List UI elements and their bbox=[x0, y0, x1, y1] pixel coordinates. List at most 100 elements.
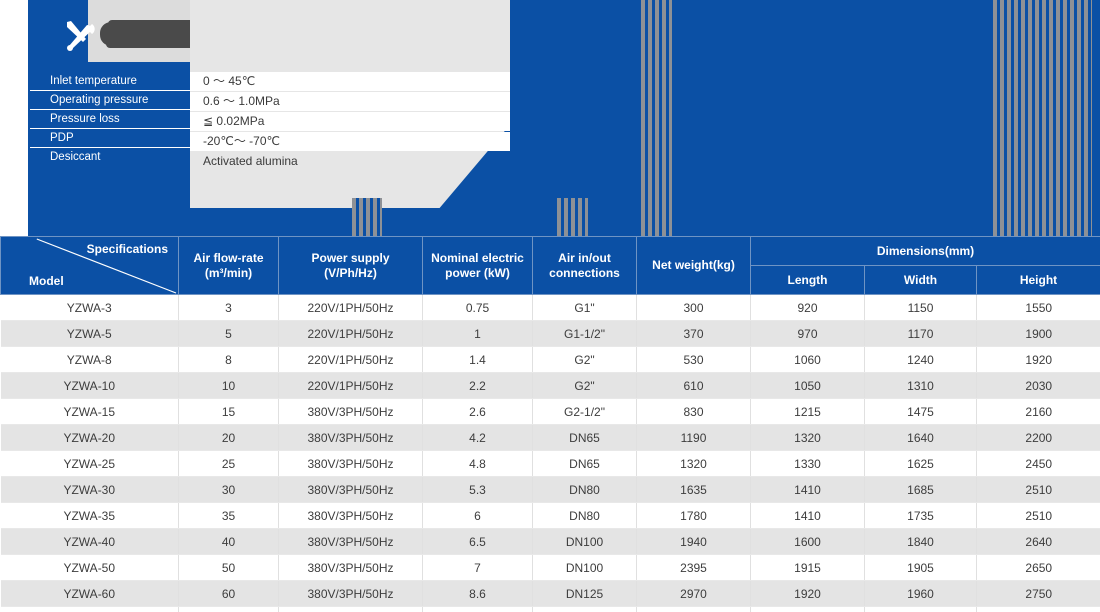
cell-height: 2510 bbox=[976, 502, 1100, 529]
decorative-stripes-center bbox=[641, 0, 672, 240]
cell-nominal-power: 2.2 bbox=[422, 372, 533, 399]
table-row: YZWA-60 60 380V/3PH/50Hz 8.6 DN125 2970 1920 19… bbox=[0, 580, 1100, 607]
cell-length: 1215 bbox=[750, 398, 865, 425]
cell-power-supply: 220V/1PH/50Hz bbox=[278, 294, 423, 321]
cell-length: 1920 bbox=[750, 580, 865, 607]
header-dimensions: Dimensions(mm) bbox=[749, 236, 1100, 266]
cell-model: YZWA-25 bbox=[0, 450, 179, 477]
cell-model: YZWA-3 bbox=[0, 294, 179, 321]
cell-length: 1320 bbox=[750, 424, 865, 451]
cell-net-weight: 1780 bbox=[636, 502, 751, 529]
spec-value-inlet-temperature: 0 ～ 45℃ bbox=[203, 74, 256, 88]
cell-width: 2280 bbox=[864, 606, 977, 612]
cell-air-connections: DN65 bbox=[532, 450, 637, 477]
cell-air-connections: G2" bbox=[532, 372, 637, 399]
cell-net-weight: 3290 bbox=[636, 606, 751, 612]
cell-model: YZWA-15 bbox=[0, 398, 179, 425]
cell-net-weight: 370 bbox=[636, 320, 751, 347]
cell-height: 2030 bbox=[976, 372, 1100, 399]
cell-air-flow-rate: 40 bbox=[178, 528, 279, 555]
cell-nominal-power: 1.4 bbox=[422, 346, 533, 373]
logo-block bbox=[28, 0, 220, 72]
cell-air-connections: DN80 bbox=[532, 476, 637, 503]
cell-air-connections: G1-1/2" bbox=[532, 320, 637, 347]
cell-height: 2510 bbox=[976, 476, 1100, 503]
header-air-flow-rate: Air flow-rate (m³/min) bbox=[178, 236, 279, 295]
header-air-connections-line2: connections bbox=[549, 265, 620, 280]
header-net-weight: Net weight(kg) bbox=[636, 236, 751, 295]
cell-net-weight: 2970 bbox=[636, 580, 751, 607]
header-height: Height bbox=[975, 265, 1100, 295]
cell-net-weight: 300 bbox=[636, 294, 751, 321]
cell-power-supply: 380V/3PH/50Hz bbox=[278, 424, 423, 451]
header-nominal-power-line1: Nominal electric bbox=[431, 250, 524, 265]
cell-model: YZWA-80 bbox=[0, 606, 179, 612]
cell-model: YZWA-20 bbox=[0, 424, 179, 451]
cell-nominal-power: 6 bbox=[422, 502, 533, 529]
spec-label-operating-pressure: Operating pressure bbox=[30, 91, 190, 110]
cell-model: YZWA-30 bbox=[0, 476, 179, 503]
cell-height: 2450 bbox=[976, 450, 1100, 477]
cell-air-flow-rate: 20 bbox=[178, 424, 279, 451]
cell-air-flow-rate: 60 bbox=[178, 580, 279, 607]
spec-label-pressure-loss: Pressure loss bbox=[30, 110, 190, 129]
cell-height: 1920 bbox=[976, 346, 1100, 373]
cell-power-supply: 380V/3PH/50Hz bbox=[278, 580, 423, 607]
cell-net-weight: 1635 bbox=[636, 476, 751, 503]
spec-label-desiccant: Desiccant bbox=[30, 148, 190, 167]
cell-air-connections: DN65 bbox=[532, 424, 637, 451]
spec-value-desiccant: Activated alumina bbox=[203, 154, 298, 168]
cell-length: 1330 bbox=[750, 450, 865, 477]
header-width: Width bbox=[864, 265, 977, 295]
cell-power-supply: 380V/3PH/50Hz bbox=[278, 502, 423, 529]
cell-model: YZWA-60 bbox=[0, 580, 179, 607]
cell-air-connections: DN125 bbox=[532, 580, 637, 607]
cell-air-flow-rate: 15 bbox=[178, 398, 279, 425]
table-row: YZWA-5 5 220V/1PH/50Hz 1 G1-1/2" 370 970 1170 19… bbox=[0, 320, 1100, 347]
cell-power-supply: 220V/1PH/50Hz bbox=[278, 372, 423, 399]
cell-nominal-power: 2.6 bbox=[422, 398, 533, 425]
header-air-flow-rate-text: Air flow-rate bbox=[193, 250, 264, 265]
table-row: YZWA-8 8 220V/1PH/50Hz 1.4 G2" 530 1060 1240 192… bbox=[0, 346, 1100, 373]
cell-power-supply: 220V/1PH/50Hz bbox=[278, 346, 423, 373]
cell-length: 1920 bbox=[750, 606, 865, 612]
decorative-stripes-right bbox=[993, 0, 1092, 240]
cell-air-flow-rate: 10 bbox=[178, 372, 279, 399]
table-row: YZWA-40 40 380V/3PH/50Hz 6.5 DN100 1940 1600 18… bbox=[0, 528, 1100, 555]
cell-width: 1625 bbox=[864, 450, 977, 477]
cell-nominal-power: 7 bbox=[422, 554, 533, 581]
cell-length: 1915 bbox=[750, 554, 865, 581]
table-row: YZWA-25 25 380V/3PH/50Hz 4.8 DN65 1320 1330 162… bbox=[0, 450, 1100, 477]
table-row: YZWA-10 10 220V/1PH/50Hz 2.2 G2" 610 1050 1310 2… bbox=[0, 372, 1100, 399]
cell-power-supply: 380V/3PH/50Hz bbox=[278, 606, 423, 612]
cell-air-flow-rate: 8 bbox=[178, 346, 279, 373]
cell-length: 1600 bbox=[750, 528, 865, 555]
header-power-supply-unit: (V/Ph/Hz) bbox=[324, 265, 377, 280]
cell-air-flow-rate: 30 bbox=[178, 476, 279, 503]
cell-power-supply: 380V/3PH/50Hz bbox=[278, 398, 423, 425]
table-row: YZWA-20 20 380V/3PH/50Hz 4.2 DN65 1190 1320 164… bbox=[0, 424, 1100, 451]
cell-net-weight: 830 bbox=[636, 398, 751, 425]
cell-model: YZWA-8 bbox=[0, 346, 179, 373]
cell-length: 970 bbox=[750, 320, 865, 347]
table-row: YZWA-50 50 380V/3PH/50Hz 7 DN100 2395 1915 1905… bbox=[0, 554, 1100, 581]
cell-air-connections: G2-1/2" bbox=[532, 398, 637, 425]
cell-width: 1240 bbox=[864, 346, 977, 373]
cell-air-connections: DN80 bbox=[532, 502, 637, 529]
cell-length: 1410 bbox=[750, 476, 865, 503]
cell-net-weight: 1190 bbox=[636, 424, 751, 451]
header-nominal-power-line2: power (kW) bbox=[445, 265, 510, 280]
cell-height: 1550 bbox=[976, 294, 1100, 321]
header-specifications-label: Specifications bbox=[86, 242, 168, 256]
cell-net-weight: 530 bbox=[636, 346, 751, 373]
cell-air-connections: G2" bbox=[532, 346, 637, 373]
cell-net-weight: 1320 bbox=[636, 450, 751, 477]
tools-icon bbox=[62, 18, 100, 56]
cell-length: 920 bbox=[750, 294, 865, 321]
cell-net-weight: 2395 bbox=[636, 554, 751, 581]
cell-length: 1050 bbox=[750, 372, 865, 399]
table-row: YZWA-3 3 220V/1PH/50Hz 0.75 G1" 300 920 1150 155… bbox=[0, 294, 1100, 321]
cell-nominal-power: 4.2 bbox=[422, 424, 533, 451]
cell-nominal-power: 1 bbox=[422, 320, 533, 347]
cell-air-flow-rate: 35 bbox=[178, 502, 279, 529]
